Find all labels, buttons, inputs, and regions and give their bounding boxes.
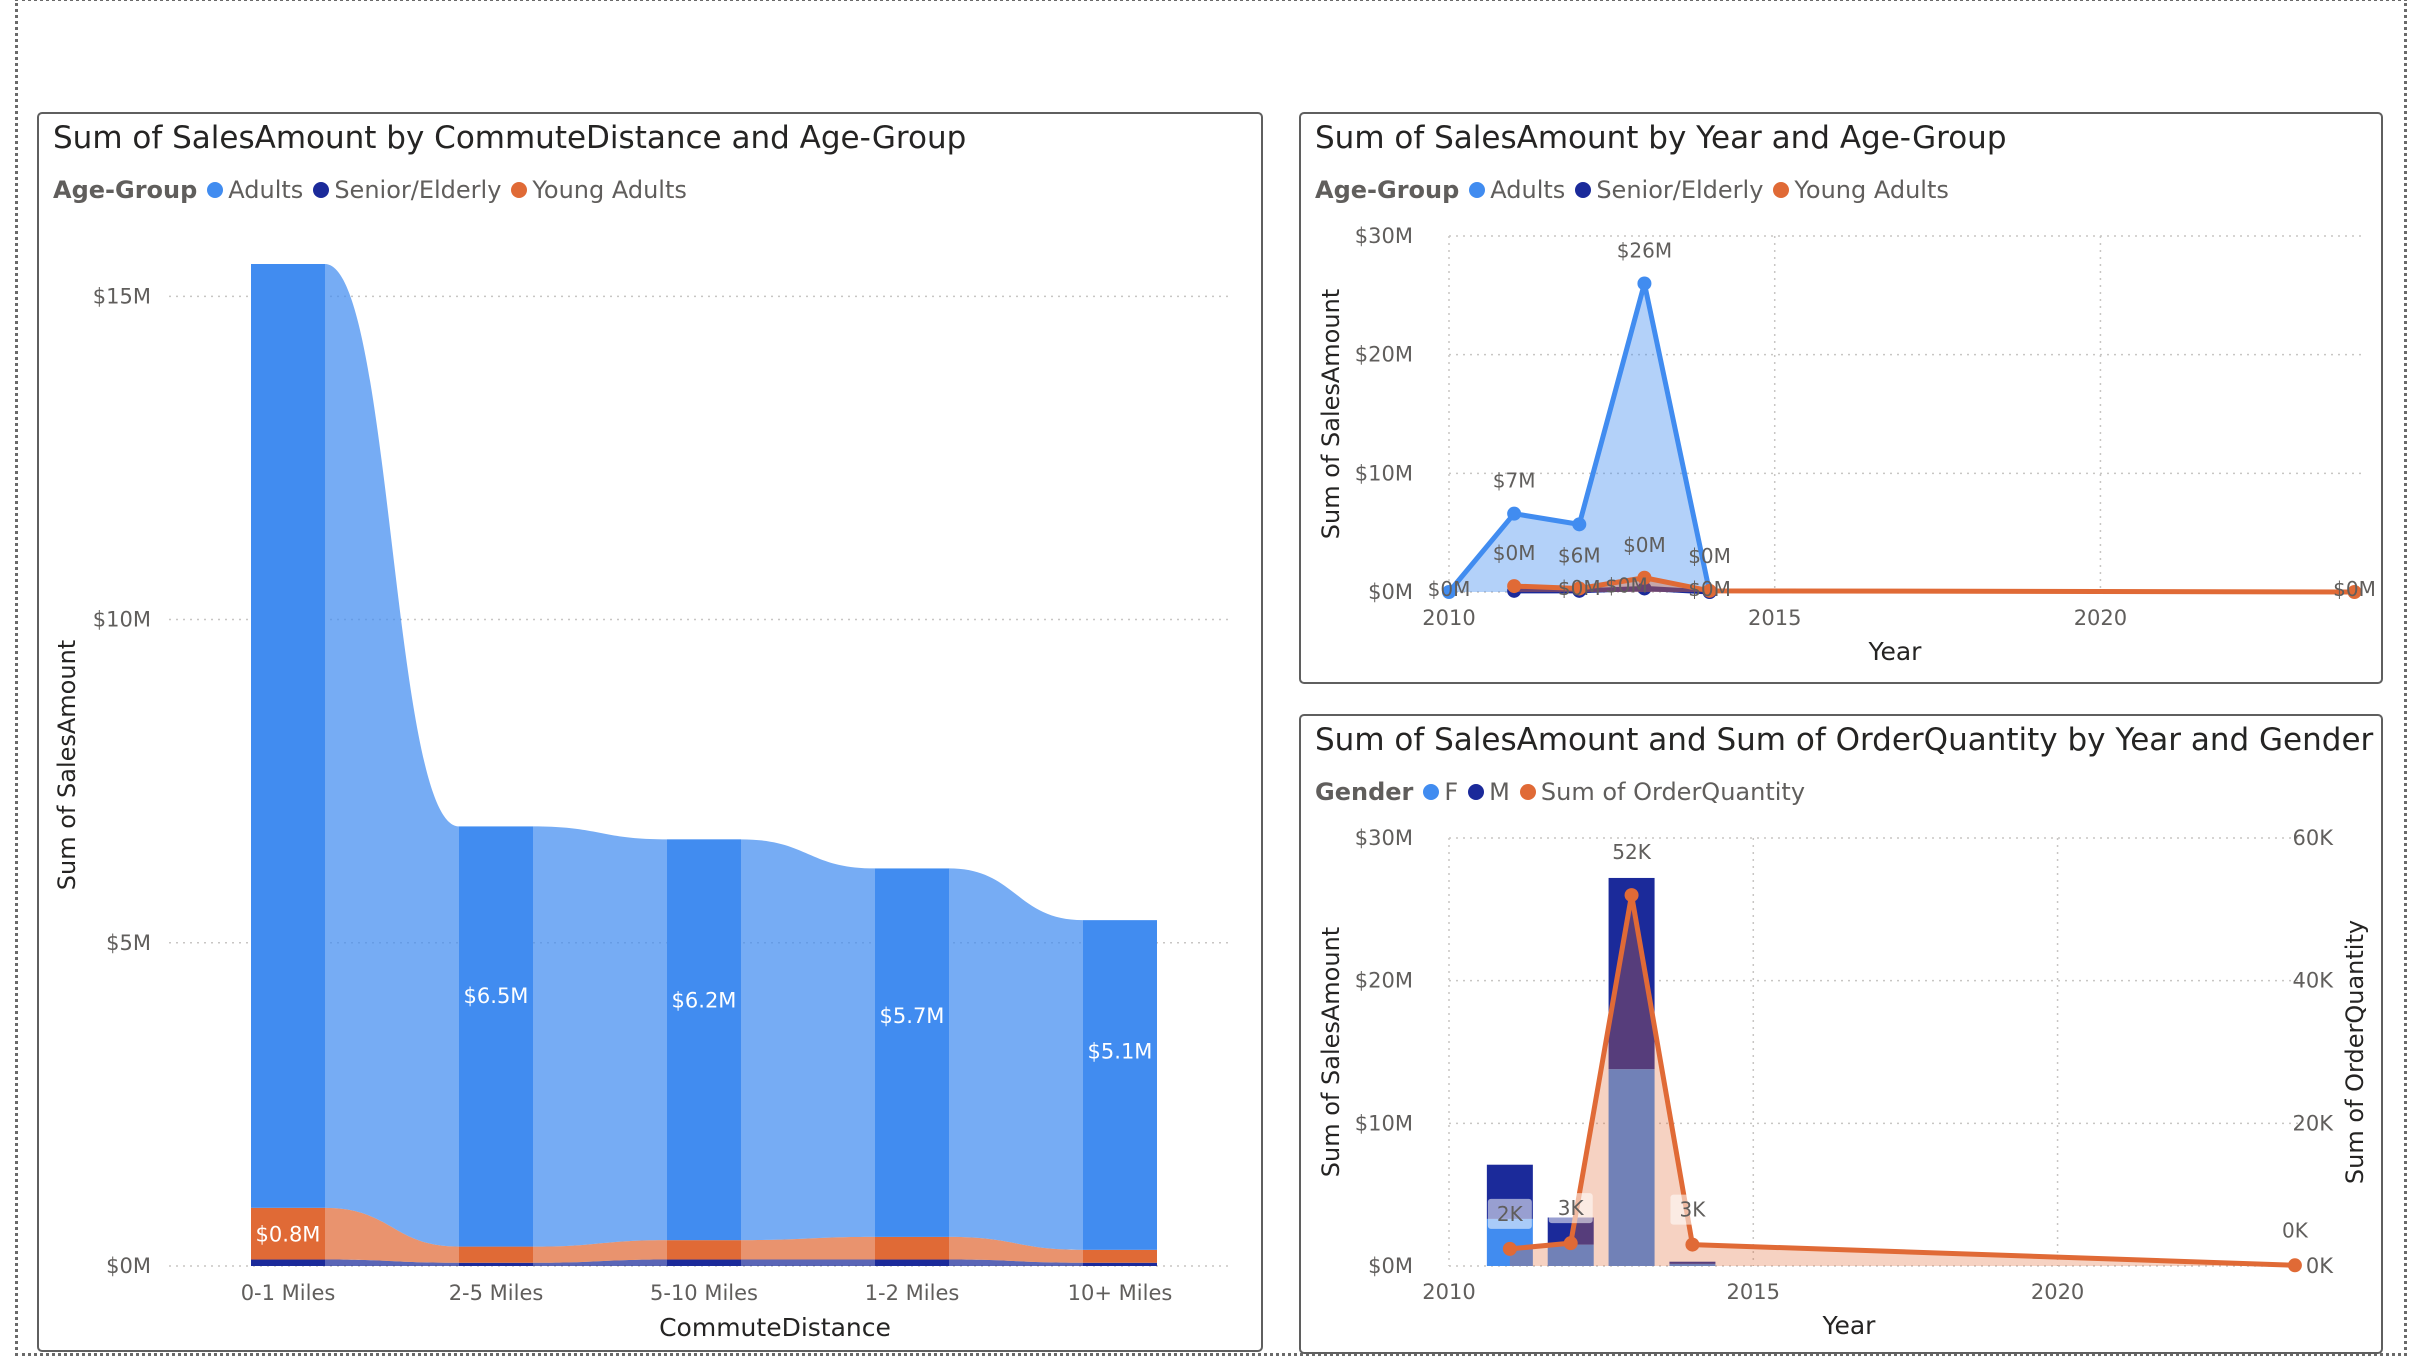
ribbon-band [741,839,875,1241]
y2-tick-label: 20K [2293,1111,2335,1135]
data-label: 2K [1497,1202,1524,1226]
y2-tick-label: 40K [2293,969,2335,993]
y-tick-label: $20M [1355,343,1413,367]
data-label: $26M [1617,238,1672,262]
line-area-fill [1509,895,2295,1266]
data-label: $5.1M [1088,1040,1153,1064]
y-tick-label: $5M [106,931,151,955]
x-tick-label: 2020 [2031,1280,2084,1304]
bar-segment [459,1246,533,1263]
y-tick-label: $0M [1368,580,1413,604]
x-tick-label: 1-2 Miles [865,1281,960,1305]
bar-segment [667,1240,741,1260]
x-tick-label: 2020 [2074,606,2127,630]
data-label: $0M [2333,577,2376,601]
y-tick-label: $15M [93,284,151,308]
ribbon-band [325,264,459,1247]
x-tick-label: 5-10 Miles [650,1281,758,1305]
x-tick-label: 10+ Miles [1068,1281,1173,1305]
area-chart-visual[interactable]: Sum of SalesAmount by Year and Age-Group… [1299,112,2383,684]
y-tick-label: $30M [1355,224,1413,248]
bar-segment [251,1259,325,1266]
x-tick-label: 2015 [1727,1280,1780,1304]
combo-chart-visual[interactable]: Sum of SalesAmount and Sum of OrderQuant… [1299,714,2383,1354]
data-label: $7M [1493,469,1536,493]
bar-segment [459,1262,533,1266]
data-point [1572,517,1587,532]
data-point [1624,888,1639,903]
data-label: $6.2M [672,989,737,1013]
area-chart-plot[interactable]: $0M$10M$20M$30M2010 2015 2020Sum of SalesA… [1301,114,2381,682]
data-label: $0M [1558,576,1601,600]
data-label: $6M [1558,543,1601,567]
y-tick-label: $30M [1355,826,1413,850]
data-point [1502,1241,1517,1256]
y-tick-label: $0M [106,1254,151,1278]
x-tick-label: 2010 [1422,606,1475,630]
x-tick-label: 2015 [1748,606,1801,630]
data-point [1507,579,1522,594]
y2-tick-label: 60K [2293,826,2335,850]
bar-segment [667,839,741,1241]
y-tick-label: $0M [1368,1254,1413,1278]
bar-segment [1083,1262,1157,1266]
data-point [1685,1237,1700,1252]
bar-segment [667,1259,741,1266]
data-label: $0M [1688,544,1731,568]
data-label: 52K [1612,840,1651,864]
data-label: $6.5M [464,984,529,1008]
x-axis-title: Year [1868,637,1923,666]
y-tick-label: $10M [93,608,151,632]
bar-segment [1083,920,1157,1250]
y-tick-label: $10M [1355,461,1413,485]
y2-axis-title: Sum of OrderQuantity [2341,920,2369,1184]
bar-segment [875,1259,949,1266]
ribbon-chart-visual[interactable]: Sum of SalesAmount by CommuteDistance an… [37,112,1263,1352]
bar-segment [875,868,949,1237]
data-label: $0M [1428,577,1471,601]
ribbon-band [741,1259,875,1266]
x-tick-label: 2-5 Miles [449,1281,544,1305]
data-point [1637,276,1652,291]
combo-chart-plot[interactable]: $0M$10M$20M$30M0K20K40K60K2010 2015 2020Su… [1301,716,2381,1352]
x-axis-title: Year [1822,1311,1877,1340]
data-label: $0M [1493,541,1536,565]
x-tick-label: 2010 [1422,1280,1475,1304]
y-tick-label: $20M [1355,969,1413,993]
x-axis-title: CommuteDistance [659,1313,891,1342]
x-tick-label: 0-1 Miles [241,1281,336,1305]
data-point [1563,1236,1578,1251]
data-label: $0M [1688,577,1731,601]
data-point [1507,506,1522,521]
ribbon-band [741,1236,875,1260]
data-point [2287,1258,2302,1273]
bar-segment [251,264,325,1208]
bar-segment [459,826,533,1247]
ribbon-band [949,868,1083,1250]
data-label: 3K [1558,1196,1585,1220]
data-label: $0M [1623,533,1666,557]
ribbon-chart-plot[interactable]: $0M $5M $10M $15M Sum of SalesAmount CommuteD… [39,114,1261,1350]
ribbon-band [533,826,667,1247]
data-label: 3K [1680,1198,1707,1222]
bar-segment [875,1236,949,1260]
y-axis-title: Sum of SalesAmount [53,640,81,890]
data-label: 0K [2282,1218,2309,1242]
data-label: $5.7M [880,1004,945,1028]
data-label: $0M [1605,573,1648,597]
y-tick-label: $10M [1355,1111,1413,1135]
y2-tick-label: 0K [2306,1254,2334,1278]
data-label: $0.8M [256,1223,321,1247]
bar-segment [1083,1249,1157,1263]
y-axis-title: Sum of SalesAmount [1317,289,1345,539]
y-axis-title: Sum of SalesAmount [1317,927,1345,1177]
